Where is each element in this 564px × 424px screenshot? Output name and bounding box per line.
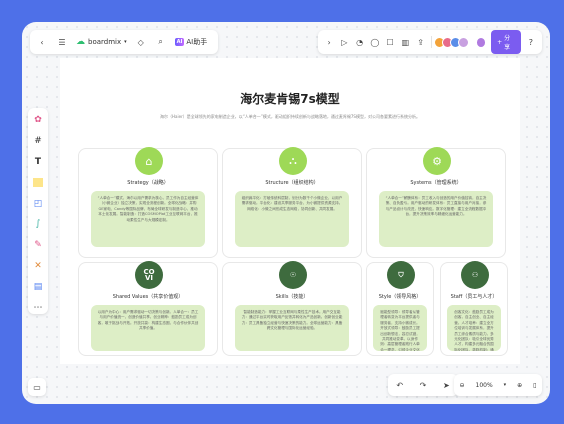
card-title: Shared Values（共享价值观）	[112, 294, 184, 300]
frame-icon[interactable]: #	[32, 135, 44, 147]
zoom-level[interactable]: 100%	[476, 382, 493, 389]
expand-icon[interactable]: ›	[324, 37, 334, 48]
timer-icon[interactable]: ◔	[355, 37, 365, 48]
card-description: 赋能型领导：领导者从管理者转变为平台提供者与服务者，支持小微成长。开放式领导：鼓…	[373, 305, 427, 351]
search-icon[interactable]: ⌕	[155, 36, 167, 48]
org-chart-icon: ⛬	[279, 147, 307, 175]
gear-icon: ⚙	[423, 147, 451, 175]
home-icon: ⌂	[135, 147, 163, 175]
divider	[430, 36, 432, 48]
page-subtitle: 海尔（Haier）是全球领先的家电制造企业，以“人单合一”模式，驱动组织持续创新…	[160, 114, 420, 119]
user-plus-icon: +	[497, 38, 503, 46]
card-description: 组织扁平化：打破传统科层制，划分为数千个小微企业，以用户需求驱动。平台化：建设共…	[235, 191, 349, 247]
zoom-in-icon[interactable]: ⊕	[517, 382, 522, 389]
fit-screen-icon[interactable]: ▯	[533, 382, 536, 389]
top-toolbar-left: ‹ ☰ ☁ boardmix ▾ ◇ ⌕ AI AI助手	[30, 30, 218, 54]
card-style[interactable]: ⛉ Style（领导风格） 赋能型领导：领导者从管理者转变为平台提供者与服务者，…	[366, 261, 434, 356]
left-toolbar: ✿ # T ◰ ∫ ✎ ✕ ▤ ⋯	[28, 108, 48, 314]
card-description: 智能制造能力：掌握工业互联网与柔性生产技术。用户交互能力：通过平台实时获取用户反…	[235, 305, 349, 351]
card-title: Skills（技能）	[275, 294, 309, 300]
upload-icon[interactable]: ⇪	[416, 37, 426, 48]
ai-assistant-button[interactable]: AI AI助手	[174, 37, 208, 47]
card-skills[interactable]: ☉ Skills（技能） 智能制造能力：掌握工业互联网与柔性生产技术。用户交互能…	[222, 261, 362, 356]
share-label: 分享	[504, 35, 511, 51]
collaborator-avatars[interactable]	[433, 36, 469, 48]
card-systems[interactable]: ⚙ Systems（管理系统） “人单合一”薪酬体系：员工收入与创造的用户价值挂…	[366, 147, 506, 258]
sticky-note-icon[interactable]	[32, 177, 44, 189]
app-window: ‹ ☰ ☁ boardmix ▾ ◇ ⌕ AI AI助手 › ▷ ◔ ◯ ☐ ▥…	[22, 22, 550, 404]
zoom-toolbar: ⊖ 100% ▾ ⊕ ▯	[454, 374, 542, 396]
cursor-icon[interactable]: ➤	[443, 381, 450, 390]
ai-badge: AI	[174, 38, 185, 46]
board-canvas[interactable]: 海尔麦肯锡7s模型 海尔（Haier）是全球领先的家电制造企业，以“人单合一”模…	[60, 58, 520, 364]
card-title: Style（领导风格）	[378, 294, 422, 300]
card-title: Staff（员工与人才）	[450, 294, 498, 300]
brand[interactable]: ☁ boardmix ▾	[76, 37, 127, 47]
zoom-out-icon[interactable]: ⊖	[459, 382, 464, 389]
card-description: 创客文化：鼓励员工成为创客，自主创业、自主经营。人才培养：建立全方位培训与发展体…	[447, 305, 501, 351]
card-title: Structure（组织结构）	[265, 180, 319, 186]
boardmix-logo-icon: ☁	[76, 37, 85, 47]
text-icon[interactable]: T	[32, 156, 44, 168]
palette-icon[interactable]: ✿	[32, 114, 44, 126]
comment-icon[interactable]: ◯	[370, 37, 380, 48]
library-icon[interactable]: ▥	[400, 37, 410, 48]
badge-icon: ⛉	[387, 261, 415, 289]
co-vi-icon: CO VI	[135, 261, 163, 289]
menu-icon[interactable]: ☰	[56, 36, 68, 48]
shape-icon[interactable]: ◰	[32, 198, 44, 210]
chevron-down-icon[interactable]: ▾	[504, 382, 507, 388]
play-icon[interactable]: ▷	[339, 37, 349, 48]
brand-name: boardmix	[88, 38, 122, 46]
minimap-icon: ▭	[33, 382, 41, 392]
undo-icon[interactable]: ↶	[396, 381, 403, 390]
card-description: “人单合一”薪酬体系：员工收入与创造的用户价值挂钩，自主决策、自负盈亏。用户驱动…	[379, 191, 493, 247]
tag-icon[interactable]: ◇	[135, 36, 147, 48]
top-toolbar-right: › ▷ ◔ ◯ ☐ ▥ ⇪ + 分享 ?	[318, 30, 542, 54]
card-title: Systems（管理系统）	[410, 180, 462, 186]
back-icon[interactable]: ‹	[36, 36, 48, 48]
card-title: Strategy（战略）	[127, 180, 169, 186]
people-icon: ⚇	[461, 261, 489, 289]
connector-icon[interactable]: ∫	[32, 219, 44, 231]
card-structure[interactable]: ⛬ Structure（组织结构） 组织扁平化：打破传统科层制，划分为数千个小微…	[222, 147, 362, 258]
card-shared-values[interactable]: CO VI Shared Values（共享价值观） 以用户为中心：用户需求驱动一…	[78, 261, 218, 356]
history-toolbar: ↶ ↷ ➤	[388, 374, 458, 396]
avatar	[457, 36, 469, 48]
card-staff[interactable]: ⚇ Staff（员工与人才） 创客文化：鼓励员工成为创客，自主创业、自主经营。人…	[440, 261, 508, 356]
vote-icon[interactable]: ☐	[385, 37, 395, 48]
share-button[interactable]: + 分享	[491, 30, 521, 54]
redo-icon[interactable]: ↷	[420, 381, 427, 390]
pen-icon[interactable]: ✎	[32, 239, 44, 251]
brain-icon: ☉	[279, 261, 307, 289]
card-description: 以用户为中心：用户需求驱动一切决策与创新。人单合一：员工与用户价值统一，创造价值…	[91, 305, 205, 351]
more-icon[interactable]: ⋯	[32, 302, 44, 314]
chevron-down-icon: ▾	[124, 39, 127, 45]
mindmap-icon[interactable]: ✕	[32, 260, 44, 272]
user-avatar[interactable]	[475, 36, 487, 48]
page-title: 海尔麦肯锡7s模型	[240, 92, 340, 106]
ai-label: AI助手	[186, 38, 208, 46]
card-description: “人单合一”模式，海尔以用户需求为核心，员工作为自主经营体（小微企业）独立决策，…	[91, 191, 205, 247]
minimap-button[interactable]: ▭	[28, 378, 46, 396]
card-strategy[interactable]: ⌂ Strategy（战略） “人单合一”模式，海尔以用户需求为核心，员工作为自…	[78, 147, 218, 258]
template-icon[interactable]: ▤	[32, 281, 44, 293]
help-icon[interactable]: ?	[526, 37, 536, 48]
